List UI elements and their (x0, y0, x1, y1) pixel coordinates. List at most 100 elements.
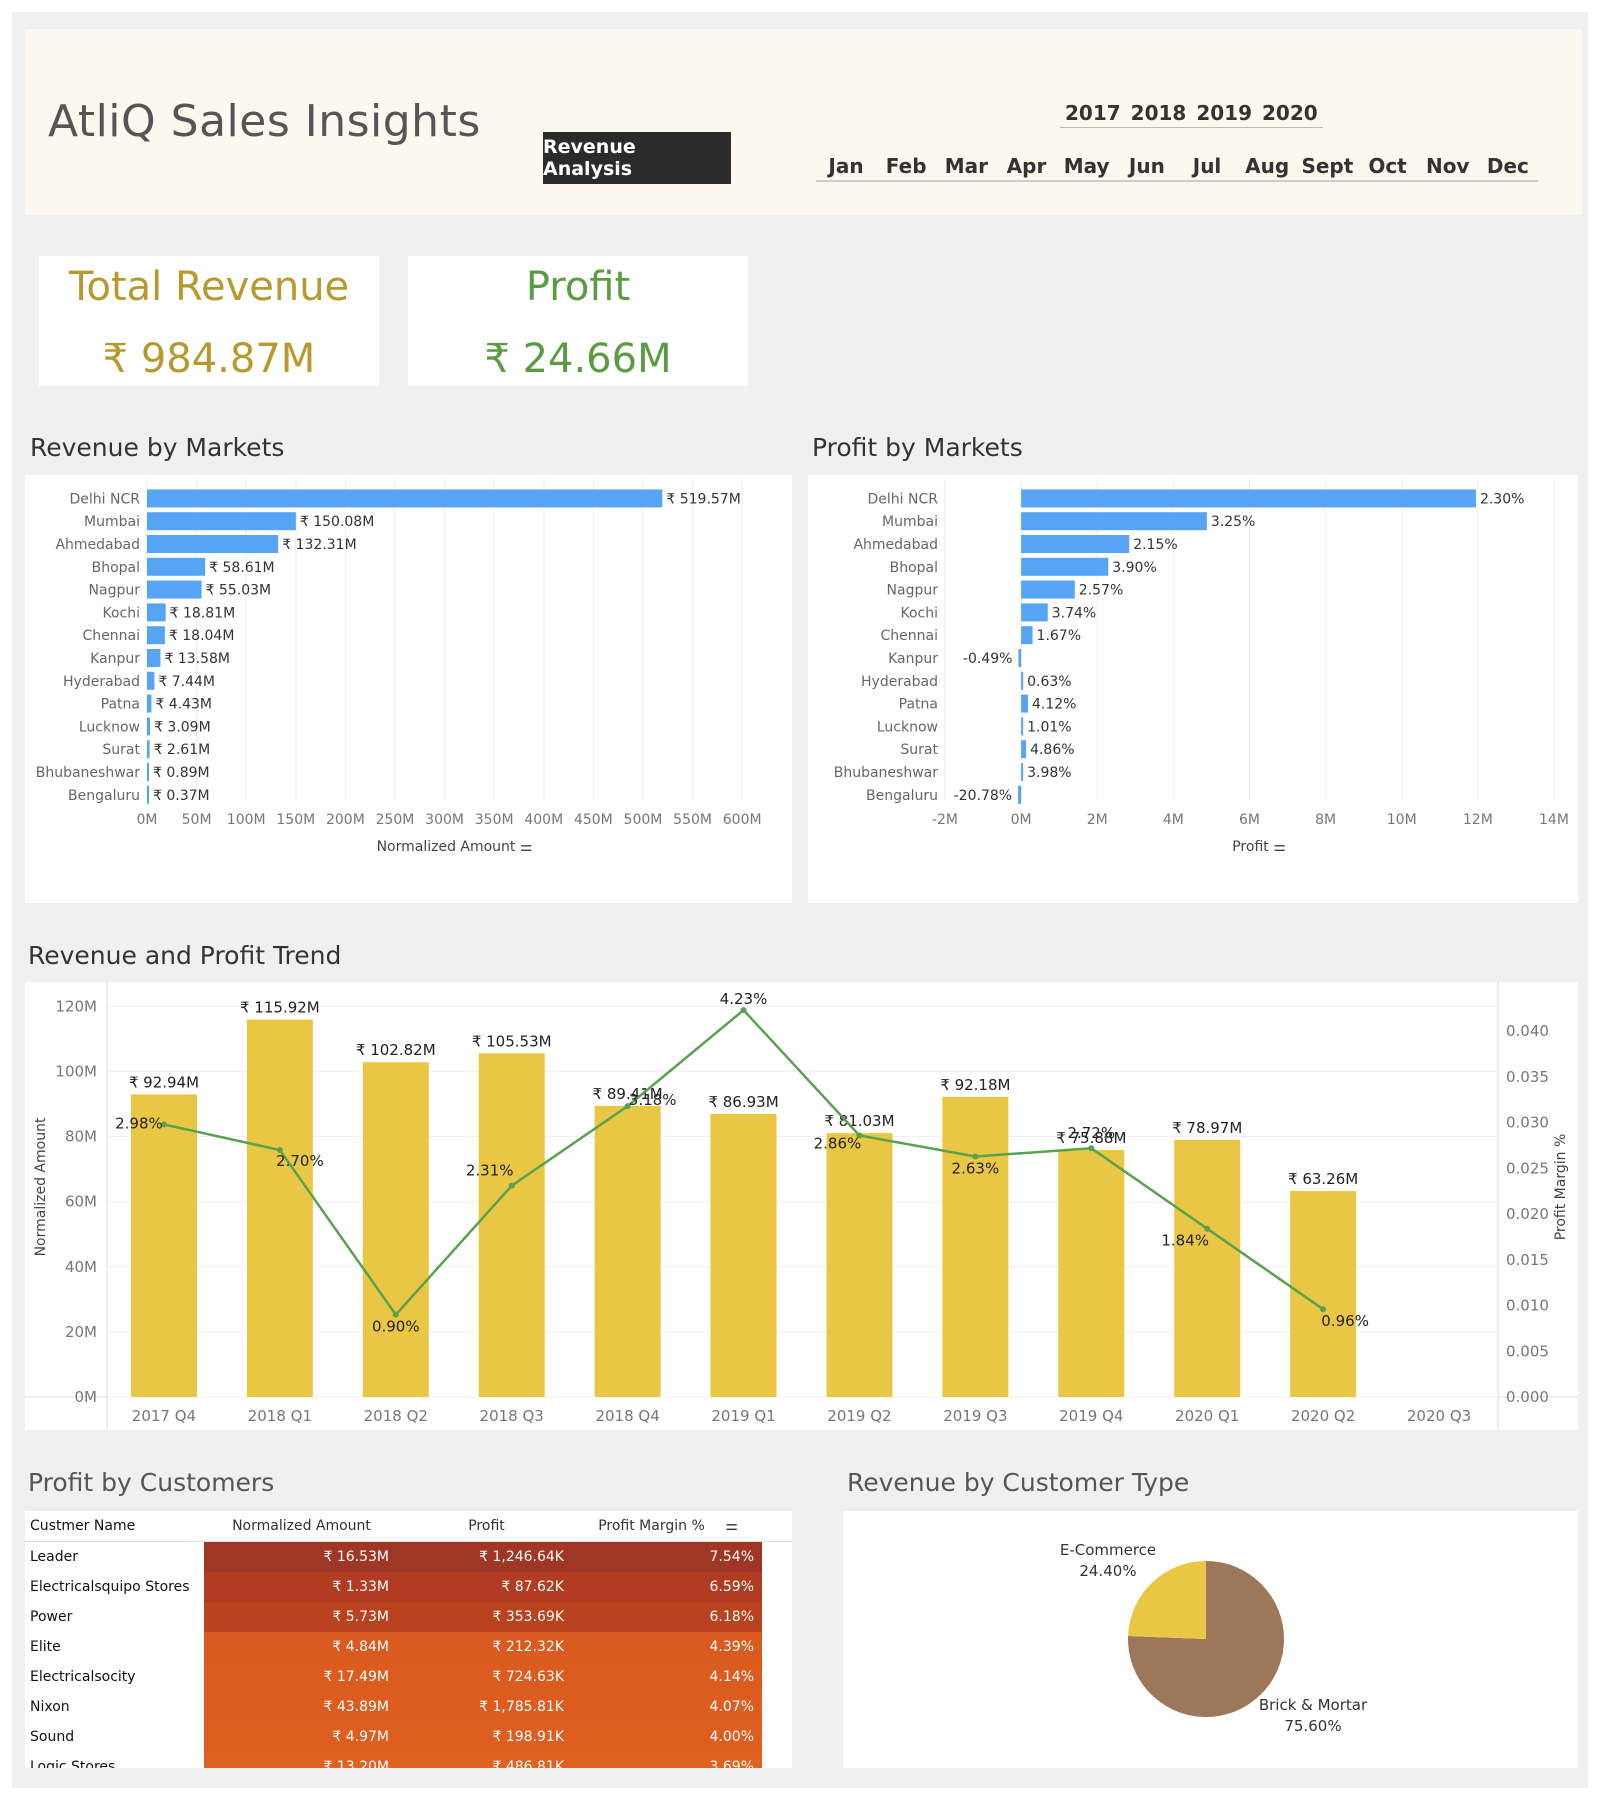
profit-market-bar[interactable] (1018, 785, 1022, 804)
trend-revenue-bar[interactable] (130, 1094, 197, 1397)
trend-x-tick: 2019 Q3 (943, 1407, 1007, 1425)
year-2019[interactable]: 2019 (1191, 101, 1257, 125)
table-row[interactable]: Sound ₹ 4.97M ₹ 198.91K 4.00% (25, 1722, 792, 1752)
profit-market-bar[interactable] (1021, 717, 1024, 736)
table-row[interactable]: Elite ₹ 4.84M ₹ 212.32K 4.39% (25, 1632, 792, 1662)
profit-market-bar[interactable] (1021, 603, 1048, 622)
rev-market-bar[interactable] (147, 557, 206, 576)
col-normalized-amount[interactable]: Normalized Amount (204, 1518, 399, 1534)
profit-market-bar[interactable] (1021, 671, 1024, 690)
table-row[interactable]: Power ₹ 5.73M ₹ 353.69K 6.18% (25, 1602, 792, 1632)
rev-market-category-label: Bhubaneshwar (36, 765, 140, 781)
table-row[interactable]: Electricalsquipo Stores ₹ 1.33M ₹ 87.62K 6.… (25, 1572, 792, 1602)
profit-market-bar[interactable] (1018, 649, 1022, 667)
profit-market-x-tick: 10M (1387, 812, 1417, 828)
table-row[interactable]: Logic Stores ₹ 13.20M ₹ 486.81K 3.69% (25, 1752, 792, 1768)
profit-market-bar[interactable] (1021, 512, 1207, 531)
trend-margin-point[interactable] (508, 1182, 515, 1189)
profit-market-bar[interactable] (1021, 694, 1028, 713)
trend-revenue-bar[interactable] (942, 1096, 1009, 1397)
profit-market-bar[interactable] (1021, 489, 1476, 508)
rev-market-category-label: Chennai (83, 628, 140, 644)
trend-margin-point[interactable] (1088, 1145, 1095, 1152)
trend-x-tick: 2018 Q3 (480, 1407, 544, 1425)
month-oct[interactable]: Oct (1358, 154, 1418, 178)
rev-market-bar[interactable] (147, 671, 155, 690)
month-may[interactable]: May (1057, 154, 1117, 178)
rev-market-bar[interactable] (147, 649, 161, 667)
rev-market-x-tick: 200M (326, 812, 365, 828)
table-row[interactable]: Nixon ₹ 43.89M ₹ 1,785.81K 4.07% (25, 1692, 792, 1722)
table-row[interactable]: Leader ₹ 16.53M ₹ 1,246.64K 7.54% (25, 1542, 792, 1572)
rev-market-bar[interactable] (147, 763, 149, 781)
profit-market-category-label: Kochi (900, 605, 938, 621)
rev-market-category-label: Mumbai (84, 514, 140, 530)
pie-percent-brick-mortar: 75.60% (1284, 1717, 1341, 1735)
trend-revenue-bar[interactable] (710, 1113, 777, 1397)
profit-market-bar[interactable] (1021, 557, 1109, 576)
month-sept[interactable]: Sept (1297, 154, 1357, 178)
revenue-markets-panel: 0M 50M 100M 150M 200M 250M 300M 350M 400M 450M 500… (25, 475, 792, 903)
trend-revenue-bar[interactable] (594, 1105, 661, 1397)
col-profit-margin[interactable]: Profit Margin % ⚌ (574, 1518, 762, 1534)
trend-revenue-bar[interactable] (478, 1053, 545, 1397)
rev-market-x-tick: 450M (574, 812, 613, 828)
trend-revenue-bar[interactable] (362, 1062, 429, 1397)
margin-cell: 7.54% (574, 1542, 762, 1572)
rev-market-category-label: Ahmedabad (55, 537, 140, 553)
month-jan[interactable]: Jan (816, 154, 876, 178)
col-customer-name[interactable]: Custmer Name (25, 1518, 204, 1534)
year-2017[interactable]: 2017 (1060, 101, 1126, 125)
month-jul[interactable]: Jul (1177, 154, 1237, 178)
profit-market-bar[interactable] (1021, 580, 1075, 599)
profit-cell: ₹ 198.91K (399, 1722, 574, 1752)
rev-market-value-label: ₹ 18.81M (170, 605, 236, 621)
rev-market-bar[interactable] (147, 740, 150, 759)
trend-bar-label: ₹ 92.18M (940, 1076, 1010, 1094)
rev-market-value-label: ₹ 2.61M (154, 742, 211, 758)
month-dec[interactable]: Dec (1478, 154, 1538, 178)
profit-cell: ₹ 724.63K (399, 1662, 574, 1692)
month-aug[interactable]: Aug (1237, 154, 1297, 178)
profit-market-value-label: 3.74% (1052, 605, 1096, 621)
month-apr[interactable]: Apr (997, 154, 1057, 178)
trend-revenue-bar[interactable] (246, 1019, 313, 1397)
profit-card: Profit ₹ 24.66M (408, 256, 748, 386)
rev-market-bar[interactable] (147, 603, 166, 622)
month-feb[interactable]: Feb (876, 154, 936, 178)
rev-market-bar[interactable] (147, 717, 151, 736)
rev-market-bar[interactable] (147, 535, 279, 553)
trend-revenue-bar[interactable] (826, 1133, 893, 1397)
profit-market-bar[interactable] (1021, 626, 1033, 645)
trend-title: Revenue and Profit Trend (28, 941, 342, 970)
table-row[interactable]: Electricalsocity ₹ 17.49M ₹ 724.63K 4.14% (25, 1662, 792, 1692)
rev-market-category-label: Bhopal (92, 560, 140, 576)
pie-slice-e-commerce[interactable] (1128, 1561, 1206, 1639)
revenue-analysis-button[interactable]: Revenue Analysis (543, 132, 731, 184)
profit-market-bar[interactable] (1021, 535, 1130, 553)
trend-revenue-bar[interactable] (1174, 1139, 1241, 1397)
year-2018[interactable]: 2018 (1126, 101, 1192, 125)
rev-market-bar[interactable] (147, 489, 663, 508)
amount-cell: ₹ 17.49M (204, 1662, 399, 1692)
trend-revenue-bar[interactable] (1058, 1149, 1125, 1397)
year-2020[interactable]: 2020 (1257, 101, 1323, 125)
month-jun[interactable]: Jun (1117, 154, 1177, 178)
rev-market-bar[interactable] (147, 512, 296, 531)
profit-market-category-label: Lucknow (877, 719, 938, 735)
rev-market-bar[interactable] (147, 785, 149, 804)
rev-market-bar[interactable] (147, 626, 165, 645)
month-nov[interactable]: Nov (1418, 154, 1478, 178)
col-profit[interactable]: Profit (399, 1518, 574, 1534)
profit-market-bar[interactable] (1021, 763, 1024, 781)
profit-market-bar[interactable] (1021, 740, 1027, 759)
sort-icon[interactable]: ⚌ (725, 1518, 738, 1534)
rev-market-x-tick: 350M (475, 812, 514, 828)
month-mar[interactable]: Mar (936, 154, 996, 178)
rev-market-category-label: Bengaluru (68, 788, 140, 804)
rev-market-bar[interactable] (147, 694, 152, 713)
margin-cell: 4.07% (574, 1692, 762, 1722)
customer-name-cell: Power (30, 1609, 73, 1625)
col-profit-margin-label: Profit Margin % (598, 1518, 705, 1534)
rev-market-bar[interactable] (147, 580, 202, 599)
